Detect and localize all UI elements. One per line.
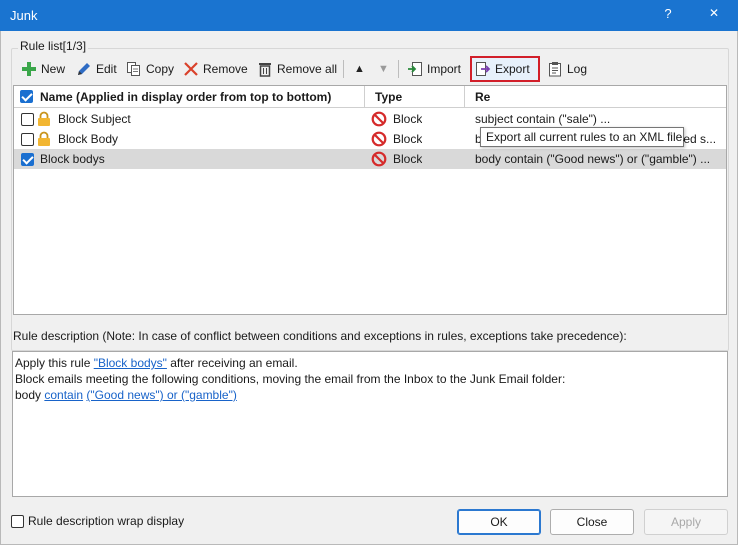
rule-description-label: Rule description (Note: In case of confl… xyxy=(13,329,627,343)
dialog-body: Rule list[1/3] New Edit Copy Remove Remo… xyxy=(0,31,738,545)
rule-checkbox[interactable] xyxy=(21,133,34,146)
column-header-type[interactable]: Type xyxy=(365,86,465,108)
log-label: Log xyxy=(567,62,588,76)
rule-list-header: Name (Applied in display order from top … xyxy=(14,86,726,108)
wrap-display-label: Rule description wrap display xyxy=(28,514,185,528)
toolbar-separator xyxy=(343,60,344,78)
rule-remark: subject contain ("sale") ... xyxy=(475,112,611,126)
block-icon xyxy=(371,129,387,149)
description-text: body xyxy=(15,388,45,402)
move-up-button[interactable]: ▲ xyxy=(350,56,369,82)
column-header-remarks[interactable]: Re xyxy=(465,86,726,108)
export-label: Export xyxy=(495,62,530,76)
description-text: after receiving an email. xyxy=(166,356,298,370)
select-all-checkbox[interactable] xyxy=(20,90,33,103)
export-button[interactable]: Export xyxy=(470,56,540,82)
rule-remark: body contain ("Good news") or ("gamble")… xyxy=(475,152,711,166)
apply-button[interactable]: Apply xyxy=(644,509,728,535)
copy-label: Copy xyxy=(146,62,175,76)
rule-description-box: Apply this rule "Block bodys" after rece… xyxy=(12,351,728,497)
condition-values-link[interactable]: ("Good news") or ("gamble") xyxy=(86,388,236,402)
new-button[interactable]: New xyxy=(17,56,69,82)
remove-label: Remove xyxy=(203,62,248,76)
import-icon xyxy=(407,61,423,77)
copy-icon xyxy=(126,61,142,77)
log-clipboard-icon xyxy=(547,61,563,77)
trash-icon xyxy=(257,61,273,77)
column-header-name[interactable]: Name (Applied in display order from top … xyxy=(14,86,365,108)
move-down-button[interactable]: ▼ xyxy=(374,56,393,82)
remove-all-label: Remove all xyxy=(277,62,338,76)
arrow-down-icon: ▼ xyxy=(378,63,389,75)
new-label: New xyxy=(41,62,66,76)
rule-checkbox[interactable] xyxy=(21,153,34,166)
column-name-label: Name (Applied in display order from top … xyxy=(40,90,332,104)
export-icon xyxy=(475,61,491,77)
description-line-2: Block emails meeting the following condi… xyxy=(15,372,566,386)
condition-contain-link[interactable]: contain xyxy=(44,388,83,402)
remove-x-icon xyxy=(183,61,199,77)
remove-all-button[interactable]: Remove all xyxy=(253,56,341,82)
edit-button[interactable]: Edit xyxy=(72,56,121,82)
toolbar: New Edit Copy Remove Remove all ▲ ▼ Impo… xyxy=(17,56,722,82)
wrap-display-option[interactable]: Rule description wrap display xyxy=(11,514,184,528)
remove-button[interactable]: Remove xyxy=(179,56,252,82)
rule-name-link[interactable]: "Block bodys" xyxy=(94,356,167,370)
rule-name: Block Body xyxy=(58,132,119,146)
arrow-up-icon: ▲ xyxy=(354,63,365,75)
rule-type: Block xyxy=(393,152,423,166)
rule-list[interactable]: Name (Applied in display order from top … xyxy=(13,85,727,315)
close-window-button[interactable]: ✕ xyxy=(700,6,728,26)
description-line-3: body contain ("Good news") or ("gamble") xyxy=(15,387,725,403)
lock-icon xyxy=(37,129,53,149)
close-button[interactable]: Close xyxy=(550,509,634,535)
description-line-1: Apply this rule "Block bodys" after rece… xyxy=(15,355,725,371)
help-button[interactable]: ? xyxy=(661,6,675,21)
rule-name: Block Subject xyxy=(58,112,131,126)
pencil-icon xyxy=(76,61,92,77)
title-bar: Junk ? ✕ xyxy=(0,0,738,31)
export-tooltip: Export all current rules to an XML file. xyxy=(480,127,686,147)
block-icon xyxy=(371,109,387,129)
import-label: Import xyxy=(427,62,462,76)
rule-row[interactable]: Block Subject Block subject contain ("sa… xyxy=(14,109,726,129)
log-button[interactable]: Log xyxy=(543,56,591,82)
rule-row-selected[interactable]: Block bodys Block body contain ("Good ne… xyxy=(14,149,726,169)
edit-label: Edit xyxy=(96,62,117,76)
column-remarks-label: Re xyxy=(475,90,491,104)
copy-button[interactable]: Copy xyxy=(122,56,178,82)
window-title: Junk xyxy=(10,8,38,23)
description-text: Apply this rule xyxy=(15,356,94,370)
ok-button[interactable]: OK xyxy=(457,509,541,535)
rule-checkbox[interactable] xyxy=(21,113,34,126)
wrap-display-checkbox[interactable] xyxy=(11,514,24,528)
column-type-label: Type xyxy=(375,90,403,104)
lock-icon xyxy=(37,109,53,129)
import-button[interactable]: Import xyxy=(403,56,465,82)
plus-icon xyxy=(21,61,37,77)
rule-list-label: Rule list[1/3] xyxy=(18,39,89,53)
block-icon xyxy=(371,149,387,169)
rule-type: Block xyxy=(393,132,423,146)
toolbar-separator xyxy=(398,60,399,78)
rule-type: Block xyxy=(393,112,423,126)
rule-name: Block bodys xyxy=(40,152,105,166)
